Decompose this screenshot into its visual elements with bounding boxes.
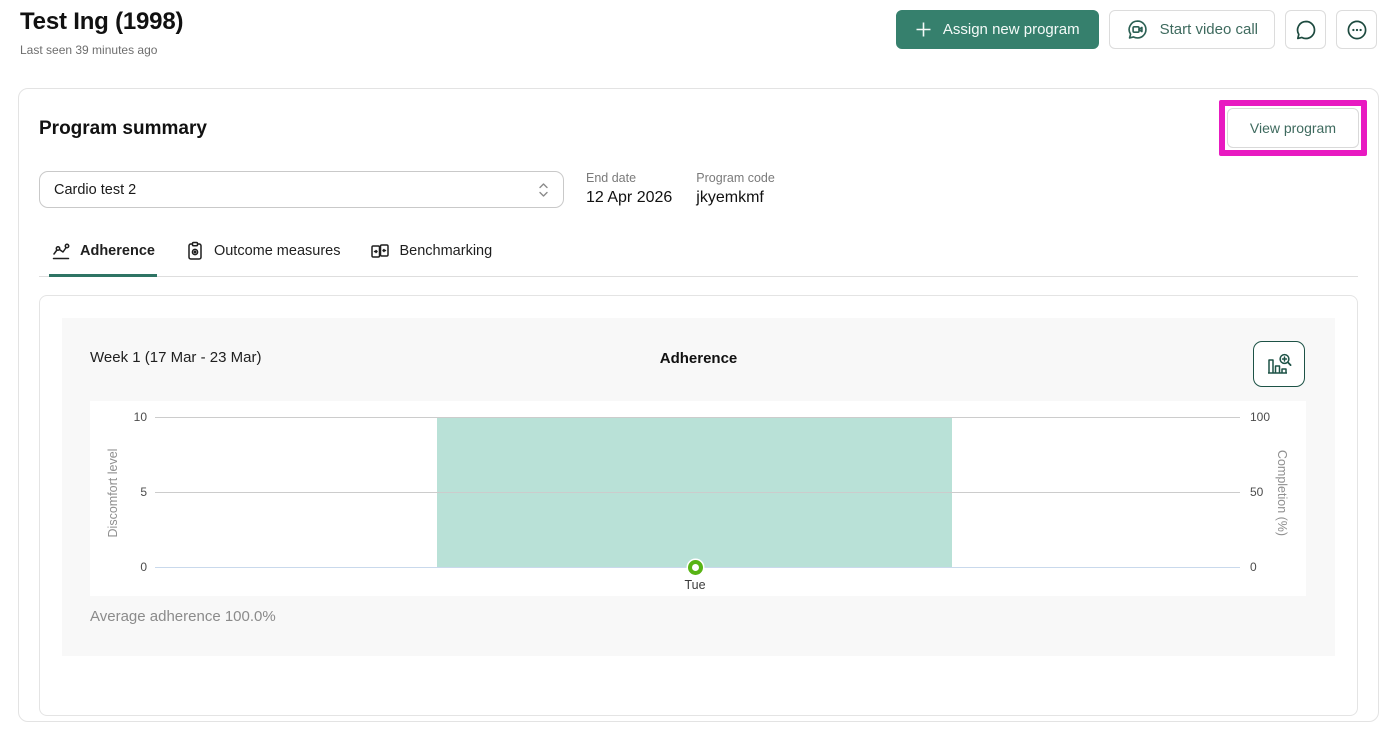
right-tick-100: 100: [1250, 410, 1271, 424]
tab-benchmarking-label: Benchmarking: [399, 243, 493, 259]
assign-new-program-button[interactable]: Assign new program: [895, 10, 1099, 49]
right-tick-0: 0: [1250, 560, 1257, 574]
page-header: Test Ing (1998) Last seen 39 minutes ago…: [0, 0, 1397, 64]
more-options-button[interactable]: [1336, 10, 1377, 49]
program-code-label: Program code: [696, 171, 775, 185]
adherence-card: Week 1 (17 Mar - 23 Mar) Adherence 10 5 …: [39, 295, 1358, 716]
chart-title: Adherence: [659, 350, 738, 367]
gridline-top: [155, 417, 1240, 418]
left-tick-10: 10: [133, 410, 147, 424]
select-chevron-icon: [538, 181, 549, 199]
end-date-field: End date 12 Apr 2026: [586, 171, 672, 207]
adherence-plot: 10 5 0 100 50 0 Discomfort level Complet…: [90, 401, 1306, 596]
tab-adherence[interactable]: Adherence: [49, 237, 157, 277]
program-code-value: jkyemkmf: [696, 189, 764, 206]
panel-title: Program summary: [39, 118, 207, 139]
tab-benchmarking[interactable]: Benchmarking: [368, 237, 494, 277]
video-call-icon: [1126, 18, 1149, 41]
plus-icon: [915, 21, 932, 38]
discomfort-marker[interactable]: [688, 560, 703, 575]
chat-button[interactable]: [1285, 10, 1326, 49]
patient-info: Test Ing (1998) Last seen 39 minutes ago: [20, 8, 183, 57]
tab-adherence-label: Adherence: [80, 243, 155, 259]
page-title: Test Ing (1998): [20, 8, 184, 35]
adherence-chart-card: Week 1 (17 Mar - 23 Mar) Adherence 10 5 …: [62, 318, 1335, 656]
view-program-button[interactable]: View program: [1226, 108, 1359, 148]
clipboard-icon: [185, 241, 205, 261]
tab-outcome-measures-label: Outcome measures: [213, 243, 341, 259]
program-summary-panel: Program summary View program Cardio test…: [18, 88, 1379, 722]
tab-outcome-measures[interactable]: Outcome measures: [183, 237, 343, 277]
right-tick-50: 50: [1250, 485, 1264, 499]
end-date-value: 12 Apr 2026: [586, 189, 673, 206]
adherence-chart-icon: [51, 241, 71, 261]
left-tick-5: 5: [140, 485, 147, 499]
start-video-call-button[interactable]: Start video call: [1108, 10, 1275, 49]
program-code-field: Program code jkyemkmf: [696, 171, 775, 207]
annotation-highlight: View program: [1218, 100, 1367, 156]
end-date-label: End date: [586, 171, 637, 185]
program-select-value: Cardio test 2: [54, 181, 137, 198]
gridline-middle: [155, 492, 1240, 493]
benchmarking-icon: [370, 241, 390, 261]
program-row: Cardio test 2 End date 12 Apr 2026 Progr…: [39, 171, 1358, 208]
chart-zoom-button[interactable]: [1253, 341, 1305, 387]
program-select[interactable]: Cardio test 2: [39, 171, 564, 208]
last-seen-status: Last seen 39 minutes ago: [20, 43, 158, 57]
header-actions: Assign new program Start video call: [895, 10, 1377, 49]
start-video-call-label: Start video call: [1159, 21, 1258, 38]
chart-zoom-icon: [1265, 351, 1293, 377]
left-tick-0: 0: [140, 560, 147, 574]
right-axis-label: Completion (%): [1275, 449, 1289, 537]
tab-bar: Adherence Outcome measures Benchmarking: [39, 237, 1358, 277]
chat-icon: [1294, 18, 1318, 42]
assign-new-program-label: Assign new program: [942, 21, 1080, 38]
average-adherence-label: Average adherence 100.0%: [90, 608, 276, 625]
ellipsis-icon: [1345, 18, 1369, 42]
left-axis-label: Discomfort level: [106, 448, 120, 538]
x-tick-tue: Tue: [684, 578, 706, 592]
